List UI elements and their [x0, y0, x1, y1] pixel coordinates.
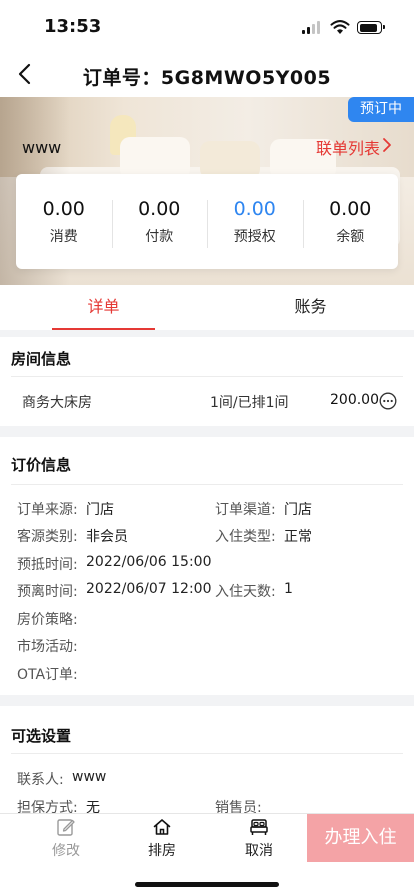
arrival-time-value: 2022/06/06 15:00 [86, 554, 212, 570]
cellular-signal-icon [302, 21, 322, 34]
checkin-type-value: 正常 [284, 529, 312, 545]
departure-time-label: 预离时间: [17, 584, 78, 600]
section-title: 可选设置 [11, 727, 72, 745]
tab-details[interactable]: 详单 [0, 285, 207, 330]
edit-label: 修改 [52, 843, 80, 859]
contact-label: 联系人: [17, 772, 64, 788]
stay-days-value: 1 [284, 581, 293, 597]
order-channel-label: 订单渠道: [215, 502, 276, 518]
checkin-type-label: 入住类型: [215, 529, 276, 545]
summary-value: 0.00 [233, 197, 276, 220]
contact-value: www [72, 769, 107, 785]
stay-days-label: 入住天数: [215, 584, 276, 600]
optional-settings-section: 可选设置 联系人: www 担保方式: 无 销售员: [0, 706, 414, 816]
divider [11, 376, 403, 377]
summary-label: 预授权 [233, 228, 276, 245]
arrival-time-label: 预抵时间: [17, 557, 78, 573]
home-indicator [135, 882, 279, 887]
ota-order-label: OTA订单: [17, 667, 78, 683]
linked-list-link[interactable]: 联单列表 [316, 135, 380, 159]
status-bar: 13:53 [0, 0, 414, 50]
summary-payment: 0.00 付款 [111, 197, 208, 248]
summary-label: 付款 [145, 228, 174, 245]
market-activity-label: 市场活动: [17, 639, 78, 655]
room-type: 商务大床房 [22, 395, 92, 411]
status-badge: 预订中 [348, 97, 414, 122]
battery-icon [357, 21, 385, 34]
pricing-info-section: 订价信息 订单来源: 门店 订单渠道: 门店 客源类别: 非会员 入住类型: 正… [0, 437, 414, 695]
summary-card: 0.00 消费 0.00 付款 0.00 预授权 0.00 余额 [16, 174, 398, 269]
tab-bar: 详单 账务 [0, 285, 414, 330]
cancel-label: 取消 [245, 843, 273, 859]
summary-value: 0.00 [138, 197, 181, 220]
divider [11, 484, 403, 485]
section-title: 订价信息 [11, 456, 72, 474]
more-options-icon[interactable] [379, 392, 397, 410]
order-channel-value: 门店 [284, 502, 312, 518]
room-price: 200.00 [330, 392, 379, 408]
checkin-button[interactable]: 办理入住 [307, 814, 414, 862]
bed-icon [250, 819, 268, 835]
guest-category-label: 客源类别: [17, 529, 78, 545]
tab-accounts[interactable]: 账务 [207, 285, 414, 330]
page-title: 订单号：5G8MWO5Y005 [82, 67, 332, 89]
room-info-section: 房间信息 商务大床房 1间/已排1间 200.00 [0, 337, 414, 426]
arrange-room-label: 排房 [148, 843, 176, 859]
cancel-button[interactable]: 取消 [219, 817, 299, 860]
edit-button[interactable]: 修改 [26, 817, 106, 860]
summary-label: 消费 [49, 228, 78, 245]
divider [11, 753, 403, 754]
section-title: 房间信息 [11, 350, 72, 368]
order-source-label: 订单来源: [17, 502, 78, 518]
nav-bar: 订单号：5G8MWO5Y005 [0, 50, 414, 98]
summary-value: 0.00 [329, 197, 372, 220]
summary-consumption: 0.00 消费 [16, 198, 112, 246]
chevron-right-icon[interactable] [382, 137, 392, 153]
rate-policy-label: 房价策略: [17, 612, 78, 628]
guest-name: www [22, 138, 62, 157]
departure-time-value: 2022/06/07 12:00 [86, 581, 212, 597]
room-count: 1间/已排1间 [210, 395, 289, 411]
summary-value: 0.00 [42, 197, 85, 220]
status-time: 13:53 [44, 16, 102, 37]
room-row[interactable]: 商务大床房 1间/已排1间 200.00 [0, 392, 414, 412]
arrange-room-button[interactable]: 排房 [122, 817, 202, 860]
home-icon [153, 819, 171, 835]
summary-balance: 0.00 余额 [302, 197, 399, 248]
summary-preauth: 0.00 预授权 [207, 197, 303, 248]
order-source-value: 门店 [86, 502, 114, 518]
edit-icon [57, 819, 75, 836]
guest-category-value: 非会员 [86, 529, 128, 545]
wifi-icon [330, 20, 350, 34]
summary-label: 余额 [336, 228, 365, 245]
